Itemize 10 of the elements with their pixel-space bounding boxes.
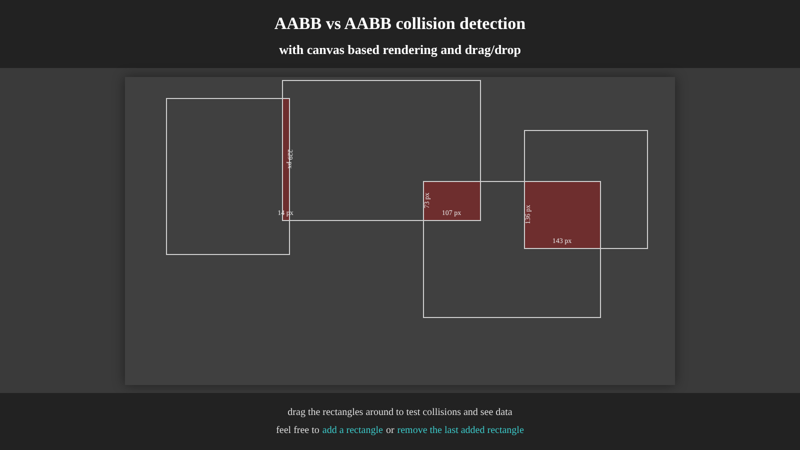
- prompt-text: feel free to: [276, 425, 320, 436]
- collision-area: [423, 181, 480, 220]
- page-title: AABB vs AABB collision detection: [274, 14, 526, 34]
- draggable-rectangle[interactable]: [423, 181, 601, 318]
- instruction-text: drag the rectangles around to test collisions and see data: [288, 407, 512, 418]
- add-rectangle-link[interactable]: add a rectangle: [322, 425, 383, 436]
- remove-rectangle-link[interactable]: remove the last added rectangle: [397, 425, 524, 436]
- page-subtitle: with canvas based rendering and drag/drop: [279, 42, 521, 58]
- conjunction-text: or: [386, 425, 394, 436]
- draggable-rectangle[interactable]: [524, 130, 648, 249]
